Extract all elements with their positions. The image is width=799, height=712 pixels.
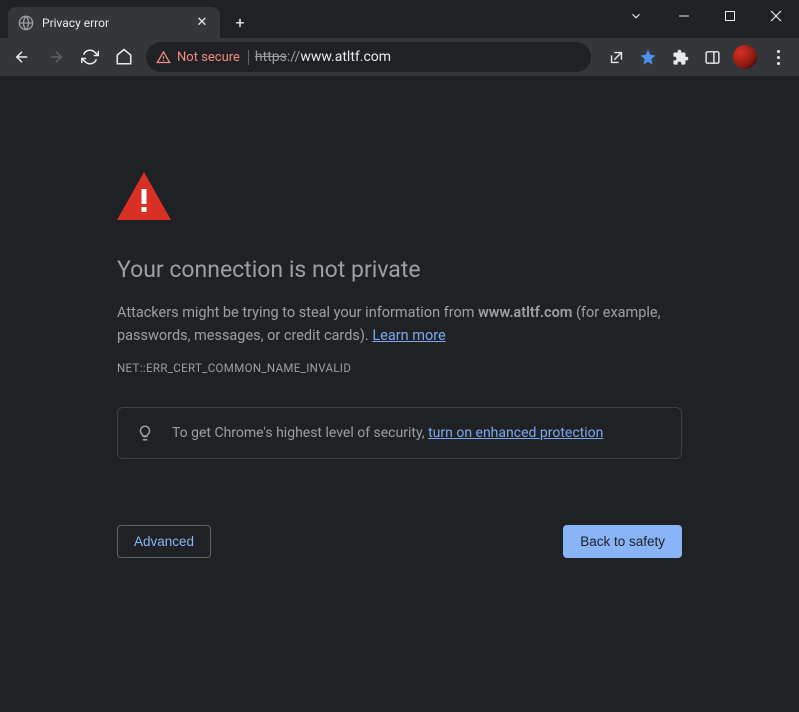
menu-button[interactable] — [763, 42, 793, 72]
bookmark-star-icon[interactable] — [633, 42, 663, 72]
omnibox[interactable]: Not secure https://www.atltf.com — [146, 42, 591, 72]
close-icon[interactable]: ✕ — [194, 15, 210, 31]
back-button[interactable] — [6, 41, 38, 73]
browser-tab[interactable]: Privacy error ✕ — [8, 7, 220, 38]
window-controls — [661, 0, 799, 32]
url-separator: :// — [287, 49, 300, 65]
url-domain: www.atltf.com — [300, 49, 391, 65]
globe-icon — [18, 15, 34, 31]
warning-triangle-icon — [117, 172, 171, 220]
url-text: https://www.atltf.com — [255, 49, 391, 65]
privacy-error-interstitial: Your connection is not private Attackers… — [117, 172, 682, 558]
url-protocol: https — [255, 49, 287, 65]
tab-search-icon[interactable] — [626, 6, 646, 26]
page-content: Your connection is not private Attackers… — [0, 76, 799, 558]
enhanced-protection-box: To get Chrome's highest level of securit… — [117, 407, 682, 459]
lightbulb-icon — [136, 424, 154, 442]
warning-body: Attackers might be trying to steal your … — [117, 301, 682, 347]
home-button[interactable] — [108, 41, 140, 73]
security-chip[interactable]: Not secure — [156, 50, 249, 65]
enhanced-protection-link[interactable]: turn on enhanced protection — [428, 425, 603, 441]
warning-triangle-icon — [156, 50, 171, 65]
forward-button[interactable] — [40, 41, 72, 73]
extensions-icon[interactable] — [665, 42, 695, 72]
advanced-button[interactable]: Advanced — [117, 525, 211, 558]
sidepanel-icon[interactable] — [697, 42, 727, 72]
toolbar: Not secure https://www.atltf.com — [0, 38, 799, 76]
reload-button[interactable] — [74, 41, 106, 73]
error-code: NET::ERR_CERT_COMMON_NAME_INVALID — [117, 361, 682, 375]
back-to-safety-button[interactable]: Back to safety — [563, 525, 682, 558]
page-heading: Your connection is not private — [117, 256, 682, 283]
close-window-button[interactable] — [753, 0, 799, 32]
enhanced-text: To get Chrome's highest level of securit… — [172, 425, 603, 441]
maximize-button[interactable] — [707, 0, 753, 32]
profile-avatar[interactable] — [733, 45, 757, 69]
tab-title: Privacy error — [42, 16, 194, 30]
button-row: Advanced Back to safety — [117, 525, 682, 558]
security-label: Not secure — [177, 50, 240, 65]
learn-more-link[interactable]: Learn more — [372, 327, 445, 344]
toolbar-right — [601, 42, 793, 72]
new-tab-button[interactable]: + — [226, 8, 254, 36]
minimize-button[interactable] — [661, 0, 707, 32]
titlebar: Privacy error ✕ + — [0, 0, 799, 38]
warning-domain: www.atltf.com — [478, 304, 572, 321]
share-icon[interactable] — [601, 42, 631, 72]
